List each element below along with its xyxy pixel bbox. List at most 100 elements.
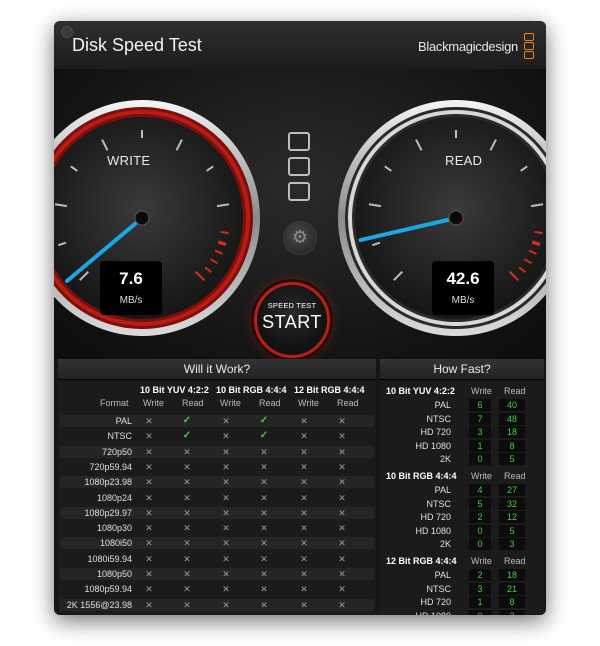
cross-icon: ✕ (260, 584, 268, 595)
table-row: 1080p50 ✕ ✕ ✕ ✕ ✕ ✕ (60, 568, 374, 580)
write-fps-value: 3 (469, 426, 491, 439)
write-fps-value: 0 (469, 524, 491, 537)
will-it-work-panel: Will it Work? 10 Bit YUV 4:2:2 Write Read 1… (58, 359, 376, 615)
start-button-label: START (262, 312, 322, 332)
resolution-label: NTSC (426, 498, 452, 509)
read-column-header: Read (504, 556, 526, 566)
write-column-header: Write (298, 398, 319, 408)
format-name: PAL (115, 416, 132, 426)
cross-icon: ✕ (141, 614, 157, 616)
cross-icon: ✕ (300, 599, 308, 610)
cross-icon: ✕ (222, 431, 230, 442)
resolution-label: PAL (434, 485, 451, 495)
format-name: 1080p30 (96, 523, 132, 534)
write-fps-value: 0 (469, 609, 491, 615)
cross-icon: ✕ (260, 492, 268, 503)
write-column-header: Write (471, 471, 492, 481)
cross-icon: ✕ (145, 507, 153, 518)
cross-icon: ✕ (222, 553, 230, 564)
brand-name: Blackmagicdesign (418, 39, 518, 54)
list-item: NTSC 3 21 (380, 582, 544, 596)
format-name: 1080p59.94 (84, 584, 132, 595)
cross-icon: ✕ (222, 523, 230, 534)
write-fps-value: 7 (469, 412, 491, 425)
cross-icon: ✕ (300, 477, 308, 488)
gauge-redzone-tick (534, 230, 543, 235)
cross-icon: ✕ (222, 538, 230, 549)
resolution-label: HD 1080 (415, 610, 451, 615)
read-fps-value: 5 (499, 524, 525, 537)
format-name: 1080p23.98 (84, 477, 132, 488)
cross-icon: ✕ (183, 569, 191, 579)
write-speed-unit: MB/s (119, 295, 143, 306)
read-column-header: Read (504, 471, 526, 481)
read-fps-value: 8 (499, 596, 525, 609)
cross-icon: ✕ (222, 461, 230, 472)
group-header: 12 Bit RGB 4:4:4 Write Read (380, 554, 544, 568)
cross-icon: ✕ (300, 492, 308, 503)
table-row: 1080p59.94 ✕ ✕ ✕ ✕ ✕ ✕ (60, 583, 374, 595)
read-fps-value: 40 (499, 399, 525, 411)
cross-icon: ✕ (222, 416, 230, 426)
cross-icon: ✕ (338, 584, 346, 595)
table-row: 1080p24 ✕ ✕ ✕ ✕ ✕ ✕ (60, 492, 374, 504)
list-item: HD 1080 1 8 (380, 439, 544, 453)
cross-icon: ✕ (183, 477, 191, 488)
resolution-label: 2K (439, 454, 451, 465)
list-item: NTSC 5 32 (380, 497, 544, 511)
cross-icon: ✕ (338, 569, 346, 579)
write-fps-value: 4 (469, 484, 491, 496)
format-column-header: Format (100, 398, 129, 408)
cross-icon: ✕ (300, 431, 308, 442)
write-column-header: Write (143, 398, 164, 408)
cross-icon: ✕ (183, 461, 191, 472)
target-drive-icon[interactable] (288, 132, 310, 151)
target-drive-selector[interactable] (288, 132, 310, 207)
cross-icon: ✕ (183, 523, 191, 534)
write-fps-value: 2 (469, 569, 491, 581)
cross-icon: ✕ (300, 507, 308, 518)
target-drive-icon[interactable] (288, 182, 310, 201)
cross-icon: ✕ (300, 416, 308, 426)
will-it-work-title: Will it Work? (58, 359, 376, 380)
format-name: 1080p29.97 (84, 507, 132, 518)
list-item: PAL 6 40 (380, 399, 544, 412)
cross-icon: ✕ (183, 492, 191, 503)
write-fps-value: 2 (469, 511, 491, 524)
start-speed-test-button[interactable]: SPEED TEST START (254, 282, 330, 358)
write-fps-value: 0 (469, 538, 491, 551)
cross-icon: ✕ (222, 492, 230, 503)
table-row: 720p50 ✕ ✕ ✕ ✕ ✕ ✕ (60, 445, 374, 458)
cross-icon: ✕ (145, 461, 153, 472)
read-speed-unit: MB/s (451, 295, 475, 306)
target-drive-icon[interactable] (288, 157, 310, 176)
write-gauge-label: WRITE (107, 153, 151, 168)
cross-icon: ✕ (260, 507, 268, 518)
resolution-label: PAL (434, 400, 451, 410)
cross-icon: ✕ (222, 446, 230, 457)
group-header: 10 Bit YUV 4:2:2 Write Read (380, 384, 544, 398)
resolution-label: HD 1080 (415, 440, 451, 451)
write-fps-value: 1 (469, 439, 491, 452)
format-group-header: 10 Bit RGB 4:4:4 (216, 385, 287, 395)
cross-icon: ✕ (222, 477, 230, 488)
table-row: 1080p23.98 ✕ ✕ ✕ ✕ ✕ ✕ (60, 476, 374, 489)
gauge-redzone-tick (220, 230, 229, 235)
cross-icon: ✕ (222, 569, 230, 579)
cross-icon: ✕ (300, 569, 308, 579)
read-fps-value: 48 (499, 412, 525, 425)
read-column-header: Read (259, 398, 281, 408)
format-name: 1080i59.94 (87, 553, 132, 564)
check-icon: ✓ (182, 415, 192, 426)
write-column-header: Write (471, 386, 492, 396)
read-fps-value: 5 (499, 453, 525, 466)
write-speed-value: 7.6 (119, 269, 143, 288)
cross-icon: ✕ (334, 614, 350, 616)
app-title: Disk Speed Test (72, 35, 202, 55)
gear-icon[interactable]: ⚙ (283, 221, 317, 255)
list-item: HD 720 2 12 (380, 511, 544, 524)
cross-icon: ✕ (260, 446, 268, 457)
cross-icon: ✕ (145, 416, 153, 426)
list-item: PAL 2 18 (380, 569, 544, 582)
list-item: PAL 4 27 (380, 484, 544, 497)
